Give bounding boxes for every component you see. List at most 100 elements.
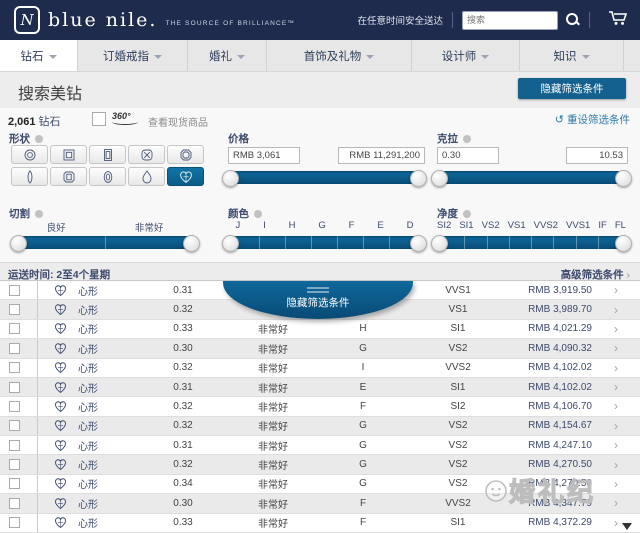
table-row[interactable]: 心形0.33非常好FSI1RMB 4,372.29›: [0, 514, 640, 533]
chevron-right-icon[interactable]: ›: [592, 516, 640, 530]
chevron-right-icon[interactable]: ›: [592, 458, 640, 472]
princess-shape-button[interactable]: [50, 145, 87, 164]
table-row[interactable]: 心形0.33非常好HSI1RMB 4,021.29›: [0, 320, 640, 339]
info-icon[interactable]: [35, 135, 43, 143]
price-slider-min-handle[interactable]: [222, 170, 239, 187]
carat-slider[interactable]: [433, 171, 630, 184]
row-checkbox[interactable]: [9, 420, 20, 431]
row-checkbox[interactable]: [9, 362, 20, 373]
cushion-shape-icon: [140, 148, 154, 162]
color-slider-min-handle[interactable]: [222, 235, 239, 252]
in-stock-checkbox[interactable]: [92, 112, 106, 126]
emerald-shape-button[interactable]: [89, 145, 126, 164]
table-row[interactable]: 心形0.32非常好GVS2RMB 4,270.50›: [0, 455, 640, 474]
table-row[interactable]: 心形0.32非常好FSI2RMB 4,106.70›: [0, 397, 640, 416]
search-input[interactable]: [462, 11, 558, 30]
hide-filters-button[interactable]: 隐藏筛选条件: [518, 78, 626, 99]
radiant-shape-button[interactable]: [50, 167, 87, 186]
oval-shape-button[interactable]: [89, 167, 126, 186]
nav-tab-1[interactable]: 钻石: [0, 40, 78, 71]
chevron-right-icon[interactable]: ›: [592, 322, 640, 336]
asscher-shape-button[interactable]: [167, 145, 204, 164]
chevron-right-icon[interactable]: ›: [592, 380, 640, 394]
marquise-shape-button[interactable]: [11, 167, 48, 186]
scroll-down-arrow-icon[interactable]: [622, 523, 632, 530]
row-checkbox[interactable]: [9, 382, 20, 393]
table-row[interactable]: 心形0.30非常好GVS2RMB 4,090.32›: [0, 339, 640, 358]
heart-shape-button[interactable]: [167, 167, 204, 186]
carat-slider-min-handle[interactable]: [431, 170, 448, 187]
table-row[interactable]: 心形0.32非常好GVS2RMB 4,154.67›: [0, 417, 640, 436]
color-slider-max-handle[interactable]: [410, 235, 427, 252]
chevron-right-icon[interactable]: ›: [592, 419, 640, 433]
table-row[interactable]: 心形0.30非常好FVVS2RMB 4,347.79›: [0, 494, 640, 513]
search-icon[interactable]: [566, 13, 580, 27]
nav-tab-4[interactable]: 首饰及礼物: [267, 40, 412, 71]
row-checkbox[interactable]: [9, 343, 20, 354]
clarity-slider-max-handle[interactable]: [615, 235, 632, 252]
table-row[interactable]: 心形0.31非常好GVS2RMB 4,247.10›: [0, 436, 640, 455]
info-icon[interactable]: [254, 210, 262, 218]
shipping-time-label: 运送时间: 2至4个星期: [8, 267, 110, 282]
info-icon[interactable]: [463, 210, 471, 218]
clarity-slider[interactable]: [433, 236, 630, 249]
cushion-shape-button[interactable]: [128, 145, 165, 164]
nav-tab-3[interactable]: 婚礼: [188, 40, 267, 71]
reset-filters-link[interactable]: ↺重设筛选条件: [555, 112, 630, 127]
shape-label: 心形: [78, 302, 98, 317]
row-checkbox[interactable]: [9, 517, 20, 528]
chevron-right-icon[interactable]: ›: [592, 303, 640, 317]
row-checkbox[interactable]: [9, 498, 20, 509]
chevron-right-icon[interactable]: ›: [592, 283, 640, 297]
table-row[interactable]: 心形0.32非常好IVVS2RMB 4,102.02›: [0, 359, 640, 378]
carat-cell: 0.30: [130, 498, 236, 509]
price-slider[interactable]: [224, 171, 425, 184]
chevron-right-icon[interactable]: ›: [592, 361, 640, 375]
row-checkbox[interactable]: [9, 304, 20, 315]
table-row[interactable]: 心形0.34非常好GVS2RMB 4,270.50›: [0, 475, 640, 494]
blue-nile-logo[interactable]: N blue nile. THE SOURCE OF BRILLIANCE™: [14, 6, 295, 34]
pear-shape-button[interactable]: [128, 167, 165, 186]
heart-shape-icon: [54, 342, 67, 355]
round-shape-button[interactable]: [11, 145, 48, 164]
blue-nile-diamond-search-page: N blue nile. THE SOURCE OF BRILLIANCE™ 在…: [0, 0, 640, 533]
row-checkbox[interactable]: [9, 285, 20, 296]
carat-slider-max-handle[interactable]: [615, 170, 632, 187]
price-max-input[interactable]: [338, 147, 425, 164]
clarity-slider-min-handle[interactable]: [431, 235, 448, 252]
chevron-right-icon[interactable]: ›: [592, 341, 640, 355]
chevron-right-icon[interactable]: ›: [592, 399, 640, 413]
chevron-right-icon[interactable]: ›: [592, 438, 640, 452]
row-checkbox[interactable]: [9, 323, 20, 334]
asscher-shape-icon: [179, 148, 193, 162]
shape-label: 心形: [78, 496, 98, 511]
row-checkbox[interactable]: [9, 478, 20, 489]
row-checkbox[interactable]: [9, 459, 20, 470]
row-checkbox[interactable]: [9, 440, 20, 451]
info-icon[interactable]: [463, 135, 471, 143]
color-slider[interactable]: [224, 236, 425, 249]
nav-tab-2[interactable]: 订婚戒指: [78, 40, 188, 71]
price-cell: RMB 4,021.29: [500, 323, 592, 334]
cut-slider-min-handle[interactable]: [10, 235, 27, 252]
cut-slider-max-handle[interactable]: [183, 235, 200, 252]
cut-slider[interactable]: [12, 236, 198, 249]
advanced-filters-link[interactable]: 高级筛选条件 ›: [561, 267, 630, 282]
nav-tab-6[interactable]: 知识: [520, 40, 624, 71]
carat-min-input[interactable]: [437, 147, 499, 164]
info-icon[interactable]: [35, 210, 43, 218]
row-checkbox[interactable]: [9, 401, 20, 412]
chevron-right-icon: ›: [627, 269, 631, 281]
chevron-right-icon[interactable]: ›: [592, 496, 640, 510]
clarity-cell: VS2: [416, 440, 500, 451]
shape-cell: 心形: [38, 438, 130, 453]
price-slider-max-handle[interactable]: [410, 170, 427, 187]
chevron-right-icon[interactable]: ›: [592, 477, 640, 491]
table-row[interactable]: 心形0.31非常好ESI1RMB 4,102.02›: [0, 378, 640, 397]
cart-icon[interactable]: [608, 10, 628, 31]
view-in-stock-label[interactable]: 查看现货商品: [148, 114, 208, 129]
carat-max-input[interactable]: [566, 147, 628, 164]
price-min-input[interactable]: [228, 147, 300, 164]
nav-tab-5[interactable]: 设计师: [412, 40, 520, 71]
clarity-tick-label: VS1: [508, 220, 526, 231]
